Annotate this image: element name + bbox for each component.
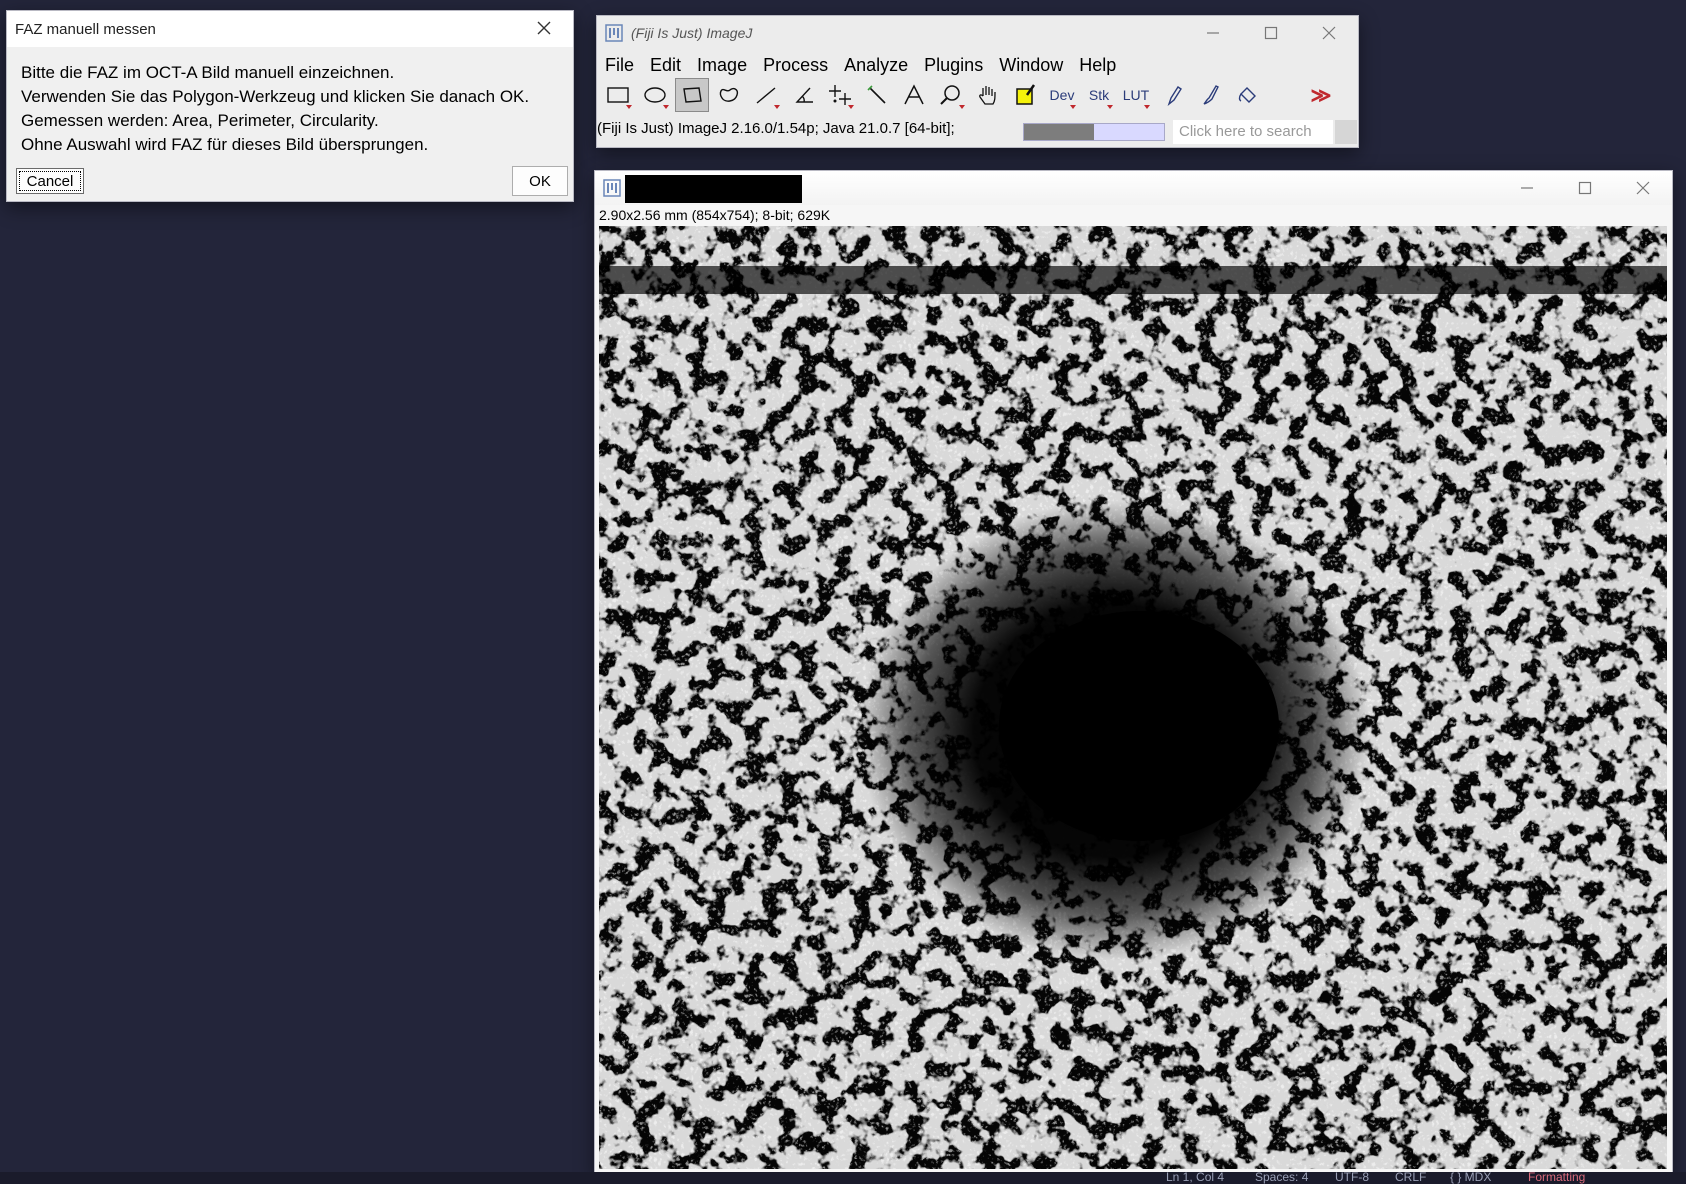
image-info: 2.90x2.56 mm (854x754); 8-bit; 629K: [599, 207, 831, 223]
empty-tool-slot: [1267, 78, 1301, 112]
oval-tool-icon[interactable]: [638, 78, 672, 112]
status-encoding[interactable]: UTF-8: [1335, 1170, 1369, 1184]
menu-analyze[interactable]: Analyze: [836, 52, 916, 78]
line-tool-icon[interactable]: [749, 78, 783, 112]
wand-tool-icon[interactable]: [860, 78, 894, 112]
image-window-titlebar[interactable]: [595, 171, 1672, 205]
dialog-message-line: Verwenden Sie das Polygon-Werkzeug und k…: [21, 87, 530, 106]
status-position[interactable]: Ln 1, Col 4: [1166, 1170, 1224, 1184]
image-window: 2.90x2.56 mm (854x754); 8-bit; 629K: [594, 170, 1673, 1174]
status-text: (Fiji Is Just) ImageJ 2.16.0/1.54p; Java…: [597, 120, 955, 137]
dialog-message-line: Bitte die FAZ im OCT-A Bild manuell einz…: [21, 63, 395, 82]
maximize-icon: [1264, 26, 1278, 40]
pencil-tool-icon[interactable]: [1156, 78, 1190, 112]
search-input[interactable]: Click here to search: [1173, 120, 1333, 144]
dialog-close-button[interactable]: [515, 11, 573, 45]
progress-fill: [1024, 124, 1094, 140]
dev-label: Dev: [1049, 87, 1075, 103]
fiji-logo-icon: [605, 24, 623, 42]
point-tool-icon[interactable]: [823, 78, 857, 112]
search-options-button[interactable]: [1335, 120, 1357, 144]
maximize-icon: [1578, 181, 1592, 195]
polygon-tool-icon[interactable]: [675, 78, 709, 112]
status-eol[interactable]: CRLF: [1395, 1170, 1426, 1184]
rectangle-tool-icon[interactable]: [601, 78, 635, 112]
freehand-tool-icon[interactable]: [712, 78, 746, 112]
lut-tools-menu[interactable]: LUT: [1119, 78, 1153, 112]
maximize-button[interactable]: [1556, 171, 1614, 205]
imagej-titlebar[interactable]: (Fiji Is Just) ImageJ: [597, 16, 1358, 50]
color-picker-tool-icon[interactable]: [1008, 78, 1042, 112]
status-language[interactable]: { } MDX: [1450, 1170, 1491, 1184]
progress-bar: [1023, 123, 1165, 141]
close-icon: [1636, 181, 1650, 195]
menu-process[interactable]: Process: [755, 52, 836, 78]
more-tools-label: ≫: [1310, 84, 1332, 107]
close-button[interactable]: [1614, 171, 1672, 205]
hand-tool-icon[interactable]: [971, 78, 1005, 112]
oct-a-image-canvas[interactable]: [599, 226, 1667, 1169]
menu-edit[interactable]: Edit: [642, 52, 689, 78]
menu-bar: File Edit Image Process Analyze Plugins …: [597, 52, 1124, 78]
status-indent[interactable]: Spaces: 4: [1255, 1170, 1308, 1184]
dialog-message-line: Gemessen werden: Area, Perimeter, Circul…: [21, 111, 379, 130]
maximize-button[interactable]: [1242, 16, 1300, 50]
stack-tools-menu[interactable]: Stk: [1082, 78, 1116, 112]
status-formatting[interactable]: Formatting: [1528, 1170, 1585, 1184]
magnifier-tool-icon[interactable]: [934, 78, 968, 112]
fiji-logo-icon: [603, 179, 621, 197]
cancel-button[interactable]: Cancel: [16, 168, 84, 194]
dialog-titlebar[interactable]: FAZ manuell messen: [7, 11, 573, 47]
minimize-icon: [1521, 187, 1533, 189]
stk-label: Stk: [1088, 87, 1110, 103]
tool-bar: Dev Stk LUT ≫: [601, 78, 1341, 112]
more-tools-icon[interactable]: ≫: [1304, 78, 1338, 112]
close-icon: [1322, 26, 1336, 40]
menu-image[interactable]: Image: [689, 52, 755, 78]
ok-button[interactable]: OK: [512, 166, 568, 196]
editor-status-bar: Ln 1, Col 4 Spaces: 4 UTF-8 CRLF { } MDX…: [0, 1170, 1686, 1184]
minimize-icon: [1207, 32, 1219, 34]
minimize-button[interactable]: [1184, 16, 1242, 50]
imagej-main-window: (Fiji Is Just) ImageJ File Edit Image Pr…: [596, 15, 1359, 148]
minimize-button[interactable]: [1498, 171, 1556, 205]
menu-file[interactable]: File: [597, 52, 642, 78]
menu-plugins[interactable]: Plugins: [916, 52, 991, 78]
menu-help[interactable]: Help: [1071, 52, 1124, 78]
oct-a-image: [599, 226, 1667, 1169]
dialog-title: FAZ manuell messen: [15, 20, 156, 38]
text-tool-icon[interactable]: [897, 78, 931, 112]
angle-tool-icon[interactable]: [786, 78, 820, 112]
menu-window[interactable]: Window: [991, 52, 1071, 78]
flood-fill-tool-icon[interactable]: [1230, 78, 1264, 112]
lut-label: LUT: [1122, 87, 1150, 103]
dev-tools-menu[interactable]: Dev: [1045, 78, 1079, 112]
close-icon: [537, 21, 551, 35]
dialog-message-line: Ohne Auswahl wird FAZ für dieses Bild üb…: [21, 135, 429, 154]
close-button[interactable]: [1300, 16, 1358, 50]
redacted-title: [625, 175, 802, 203]
faz-dialog: FAZ manuell messen Bitte die FAZ im OCT-…: [6, 10, 574, 202]
imagej-title: (Fiji Is Just) ImageJ: [631, 25, 753, 41]
brush-tool-icon[interactable]: [1193, 78, 1227, 112]
